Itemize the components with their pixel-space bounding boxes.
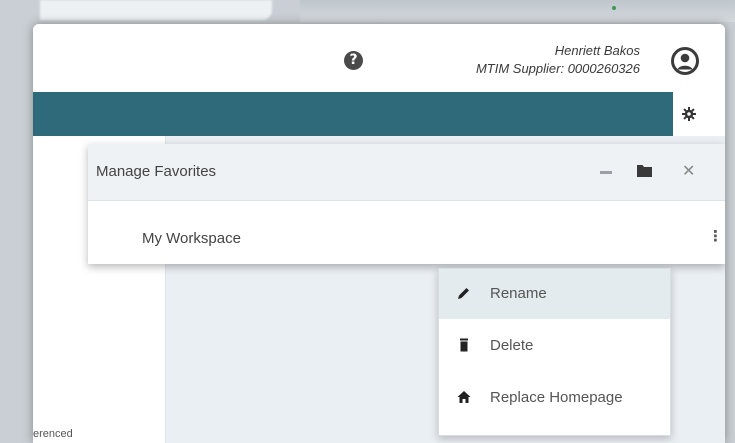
home-icon bbox=[457, 391, 471, 403]
navigation-bar bbox=[33, 92, 673, 136]
browser-toolbar bbox=[300, 0, 735, 22]
close-icon[interactable]: ✕ bbox=[682, 161, 695, 180]
user-name: Henriett Bakos bbox=[554, 43, 640, 58]
pencil-icon bbox=[458, 288, 469, 299]
left-panel-text: erenced bbox=[33, 428, 73, 440]
menu-item-delete[interactable]: Delete bbox=[439, 321, 670, 371]
browser-tab bbox=[40, 0, 272, 20]
menu-item-label: Delete bbox=[490, 337, 534, 354]
menu-item-replace-homepage[interactable]: Replace Homepage bbox=[439, 373, 670, 423]
manage-favorites-panel: Manage Favorites ✕ My Workspace ⋮ bbox=[88, 144, 725, 264]
user-organization: MTIM Supplier: 0000260326 bbox=[475, 61, 640, 76]
favorite-item-kebab-icon[interactable]: ⋮ bbox=[708, 227, 723, 245]
menu-item-rename[interactable]: Rename bbox=[439, 269, 670, 319]
menu-item-label: Rename bbox=[490, 285, 547, 302]
top-header: ? Henriett Bakos MTIM Supplier: 00002603… bbox=[33, 24, 725, 92]
gear-icon[interactable] bbox=[682, 107, 696, 121]
user-avatar-icon[interactable] bbox=[671, 47, 699, 75]
panel-title: Manage Favorites bbox=[96, 163, 217, 180]
folder-icon[interactable] bbox=[637, 164, 652, 177]
trash-icon bbox=[460, 338, 468, 352]
favorite-item-label[interactable]: My Workspace bbox=[142, 230, 241, 247]
menu-item-label: Replace Homepage bbox=[490, 389, 623, 406]
minimize-icon[interactable] bbox=[600, 171, 612, 174]
status-dot bbox=[612, 6, 616, 10]
app-window: ? Henriett Bakos MTIM Supplier: 00002603… bbox=[33, 24, 725, 443]
help-icon[interactable]: ? bbox=[344, 51, 363, 70]
context-menu: Rename Delete Replace Homepage bbox=[438, 268, 671, 436]
panel-header: Manage Favorites ✕ bbox=[88, 144, 725, 201]
